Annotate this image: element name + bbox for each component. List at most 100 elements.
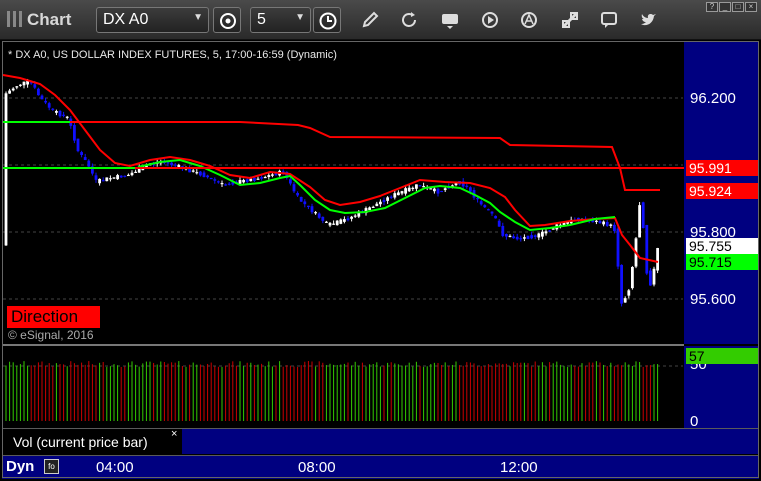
candle-body: [652, 268, 656, 285]
candle-body: [620, 264, 623, 304]
candle-body: [40, 95, 44, 100]
candle-body: [379, 201, 382, 205]
candle-body: [4, 93, 8, 246]
candle-body: [494, 215, 497, 219]
price-tick: 96.200: [690, 90, 736, 107]
candle-body: [62, 114, 65, 116]
candle-body: [415, 184, 418, 189]
candle-body: [119, 175, 123, 178]
price-label-red-ma: 95.924: [686, 183, 759, 199]
candle-body: [325, 221, 328, 223]
candle-body: [595, 220, 598, 222]
candle-body: [260, 177, 263, 179]
candle-body: [109, 178, 112, 180]
candle-body: [469, 187, 472, 192]
candle-body: [526, 235, 530, 239]
candle-body: [368, 207, 371, 211]
candle-body: [436, 188, 440, 194]
candle-body: [623, 298, 627, 303]
direction-badge: Direction: [7, 306, 100, 328]
candle-body: [519, 238, 523, 240]
candle-body: [44, 100, 47, 103]
copyright-text: © eSignal, 2016: [8, 328, 94, 342]
candle-body: [645, 224, 649, 274]
candle-body: [47, 103, 51, 108]
candle-body: [353, 215, 357, 217]
candle-body: [224, 184, 227, 186]
candle-body: [238, 179, 242, 184]
candle-body: [33, 84, 37, 88]
candle-body: [195, 172, 199, 174]
candle-body: [191, 170, 195, 172]
candle-body: [11, 88, 15, 91]
candle-body: [256, 178, 260, 180]
candle-body: [206, 175, 209, 178]
candle-body: [443, 188, 447, 191]
candle-body: [641, 202, 645, 229]
candle-body: [429, 188, 433, 190]
candle-body: [613, 224, 616, 232]
volume-study-tab[interactable]: Vol (current price bar): [2, 428, 182, 454]
candle-body: [533, 235, 537, 238]
candle-body: [548, 230, 551, 232]
candle-body: [112, 177, 116, 179]
candle-body: [299, 196, 303, 202]
font-icon[interactable]: fo: [44, 459, 59, 474]
candle-body: [8, 90, 11, 94]
candle-body: [87, 160, 91, 167]
candle-body: [332, 223, 335, 225]
candle-body: [245, 179, 249, 182]
candle-body: [213, 179, 217, 181]
candle-body: [127, 174, 130, 177]
candle-body: [530, 235, 533, 239]
candle-body: [94, 175, 98, 180]
candle-body: [296, 193, 299, 196]
candle-body: [328, 222, 332, 226]
candle-body: [310, 206, 314, 213]
candle-body: [339, 219, 343, 224]
candle-body: [289, 179, 292, 184]
candle-body: [602, 221, 605, 225]
candle-body: [271, 174, 274, 176]
candle-body: [209, 177, 213, 180]
candle-body: [123, 175, 127, 177]
candle-body: [227, 183, 231, 185]
price-label-red-level: 95.991: [686, 160, 759, 176]
candle-body: [170, 162, 173, 166]
candle-body: [307, 205, 310, 207]
candle-body: [656, 248, 659, 271]
candle-body: [411, 187, 415, 190]
dynamic-toggle[interactable]: Dyn: [6, 458, 34, 475]
candle-body: [80, 152, 83, 156]
volume-tick: 0: [690, 413, 699, 430]
price-tick: 95.600: [690, 291, 736, 308]
candle-body: [479, 201, 483, 205]
candle-body: [440, 190, 443, 193]
close-icon[interactable]: ×: [171, 428, 177, 440]
candle-body: [386, 197, 389, 201]
candle-body: [631, 266, 634, 289]
candle-body: [476, 198, 479, 200]
candlesticks: [4, 78, 659, 307]
candle-body: [73, 125, 76, 141]
time-tick: 12:00: [500, 459, 538, 476]
candle-body: [83, 157, 87, 161]
price-chart[interactable]: [0, 0, 761, 481]
candle-body: [407, 187, 411, 192]
candle-body: [314, 212, 317, 214]
candle-body: [263, 176, 267, 179]
candle-body: [15, 86, 19, 88]
candle-body: [101, 180, 105, 182]
candle-body: [465, 185, 469, 187]
chart-description: * DX A0, US DOLLAR INDEX FUTURES, 5, 17:…: [8, 49, 337, 61]
candle-body: [433, 188, 436, 192]
candle-body: [65, 116, 69, 118]
candle-body: [382, 200, 386, 202]
candle-body: [321, 216, 325, 221]
candle-body: [490, 211, 494, 214]
candle-body: [649, 270, 652, 286]
candle-body: [317, 213, 321, 218]
candle-body: [638, 205, 641, 238]
price-label-green-ma: 95.715: [686, 254, 759, 270]
candle-body: [249, 178, 253, 182]
